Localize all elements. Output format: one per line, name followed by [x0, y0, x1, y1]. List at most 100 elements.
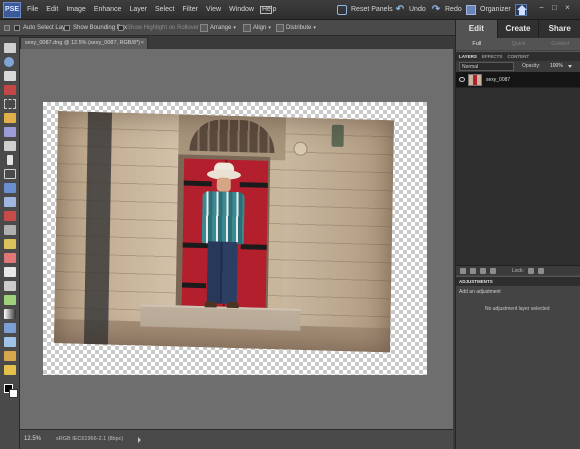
eyedropper-tool-icon[interactable] [4, 85, 16, 95]
tab-content[interactable]: CONTENT [507, 54, 529, 59]
lasso-tool-icon[interactable] [4, 113, 16, 123]
move-tool-icon[interactable] [4, 43, 16, 53]
lock-all-icon[interactable] [538, 268, 544, 274]
menu-bar: PSE File Edit Image Enhance Layer Select… [0, 0, 580, 20]
status-menu-arrow-icon[interactable] [138, 437, 141, 443]
smart-brush-tool-icon[interactable] [4, 281, 16, 291]
auto-select-layer-checkbox[interactable] [14, 25, 20, 31]
show-highlight-option[interactable]: Show Highlight on Rollover [118, 20, 199, 36]
status-bar: 12.5% sRGB IEC61966-2.1 (8bpc) [20, 429, 453, 449]
type-tool-icon[interactable] [7, 155, 13, 165]
zoom-level[interactable]: 12.5% [24, 434, 48, 445]
photoshop-elements-window: PSE File Edit Image Enhance Layer Select… [0, 0, 580, 449]
eraser-tool-icon[interactable] [4, 253, 16, 263]
redo-button[interactable]: ↷ Redo [431, 0, 462, 20]
layers-options-row: Normal Opacity: 100% [456, 61, 580, 72]
opacity-input[interactable]: 100% [550, 62, 566, 71]
paint-bucket-tool-icon[interactable] [4, 295, 16, 305]
adjustments-title[interactable]: ADJUSTMENTS [459, 279, 493, 284]
vignette [54, 111, 394, 352]
minimize-icon[interactable]: − [537, 3, 546, 12]
tab-edit[interactable]: Edit [456, 20, 498, 38]
tab-guided[interactable]: Guided [539, 38, 580, 50]
close-window-icon[interactable]: × [563, 3, 572, 12]
undo-label: Undo [409, 6, 426, 13]
show-highlight-label: Show Highlight on Rollover [127, 25, 200, 31]
adjustment-layer-icon[interactable] [470, 268, 476, 274]
crop-tool-icon[interactable] [4, 169, 16, 179]
canvas-workspace[interactable] [20, 49, 453, 429]
organizer-label: Organizer [480, 6, 511, 13]
delete-layer-icon[interactable] [490, 268, 496, 274]
link-layers-icon[interactable] [480, 268, 486, 274]
home-icon[interactable] [515, 4, 527, 16]
panel-bin: Edit Create Share Full Quick Guided LAYE… [455, 20, 580, 449]
reset-panels-button[interactable]: Reset Panels [337, 0, 393, 20]
mode-tabs: Edit Create Share [456, 20, 580, 38]
background-color-swatch[interactable] [9, 389, 18, 398]
menu-layer[interactable]: Layer [129, 0, 147, 20]
straighten-tool-icon[interactable] [4, 197, 16, 207]
lock-transparency-icon[interactable] [528, 268, 534, 274]
arrange-dropdown[interactable]: Arrange ▾ [200, 20, 236, 36]
tab-share[interactable]: Share [539, 20, 580, 38]
add-adjustment-text: Add an adjustment [459, 289, 501, 295]
menu-select[interactable]: Select [155, 0, 174, 20]
move-tool-icon [4, 25, 10, 31]
opacity-chevron-down-icon[interactable] [568, 65, 572, 68]
app-logo: PSE [3, 2, 21, 18]
align-dropdown[interactable]: Align ▾ [243, 20, 271, 36]
undo-button[interactable]: ↶ Undo [395, 0, 426, 20]
distribute-dropdown[interactable]: Distribute ▾ [276, 20, 316, 36]
blur-tool-icon[interactable] [4, 337, 16, 347]
pencil-tool-icon[interactable] [4, 365, 16, 375]
marquee-tool-icon[interactable] [4, 99, 16, 109]
zoom-tool-icon[interactable] [4, 57, 14, 67]
hand-tool-icon[interactable] [4, 71, 16, 81]
show-highlight-checkbox[interactable] [118, 25, 124, 31]
redo-label: Redo [445, 6, 462, 13]
align-chevron-icon: ▾ [268, 25, 271, 31]
menu-file[interactable]: File [27, 0, 38, 20]
distribute-icon [276, 24, 284, 32]
red-eye-tool-icon[interactable] [4, 211, 16, 221]
shape-tool-icon[interactable] [4, 323, 16, 333]
workspace-menu-button[interactable] [260, 0, 276, 20]
blend-mode-select[interactable]: Normal [459, 62, 514, 71]
quick-selection-tool-icon[interactable] [4, 127, 16, 137]
menu-view[interactable]: View [206, 0, 221, 20]
menu-image[interactable]: Image [66, 0, 85, 20]
menu-enhance[interactable]: Enhance [94, 0, 122, 20]
brush-tool-icon[interactable] [4, 267, 16, 277]
menu-window[interactable]: Window [229, 0, 254, 20]
tab-full[interactable]: Full [456, 38, 498, 50]
new-layer-icon[interactable] [460, 268, 466, 274]
organizer-button[interactable]: Organizer [466, 0, 511, 20]
auto-select-layer-option[interactable]: Auto Select Layer [14, 20, 70, 36]
clone-stamp-tool-icon[interactable] [4, 239, 16, 249]
move-tool-indicator [4, 20, 12, 36]
show-bounding-box-checkbox[interactable] [64, 25, 70, 31]
align-label: Align [253, 25, 267, 31]
photo-layer[interactable] [53, 111, 394, 353]
maximize-icon[interactable]: □ [550, 3, 559, 12]
magic-wand-tool-icon[interactable] [4, 141, 16, 151]
adjustments-panel-header: ADJUSTMENTS [456, 276, 580, 286]
tab-quick[interactable]: Quick [498, 38, 540, 50]
menu-edit[interactable]: Edit [46, 0, 58, 20]
menu-filter[interactable]: Filter [182, 0, 198, 20]
tab-effects[interactable]: EFFECTS [482, 54, 503, 59]
edit-sub-tabs: Full Quick Guided [456, 38, 580, 50]
document-tab[interactable]: sexy_0087.dng @ 12.5% (sexy_0087, RGB/8*… [20, 37, 148, 49]
gradient-tool-icon[interactable] [4, 309, 16, 319]
layer-row[interactable]: sexy_0087 [456, 72, 580, 88]
tab-create[interactable]: Create [497, 20, 540, 38]
spot-healing-tool-icon[interactable] [4, 225, 16, 235]
align-icon [243, 24, 251, 32]
close-document-icon[interactable]: × [141, 38, 144, 49]
distribute-label: Distribute [286, 25, 312, 31]
tab-layers[interactable]: LAYERS [459, 54, 477, 59]
sponge-tool-icon[interactable] [4, 351, 16, 361]
cookie-cutter-tool-icon[interactable] [4, 183, 16, 193]
eye-icon[interactable] [459, 77, 465, 82]
